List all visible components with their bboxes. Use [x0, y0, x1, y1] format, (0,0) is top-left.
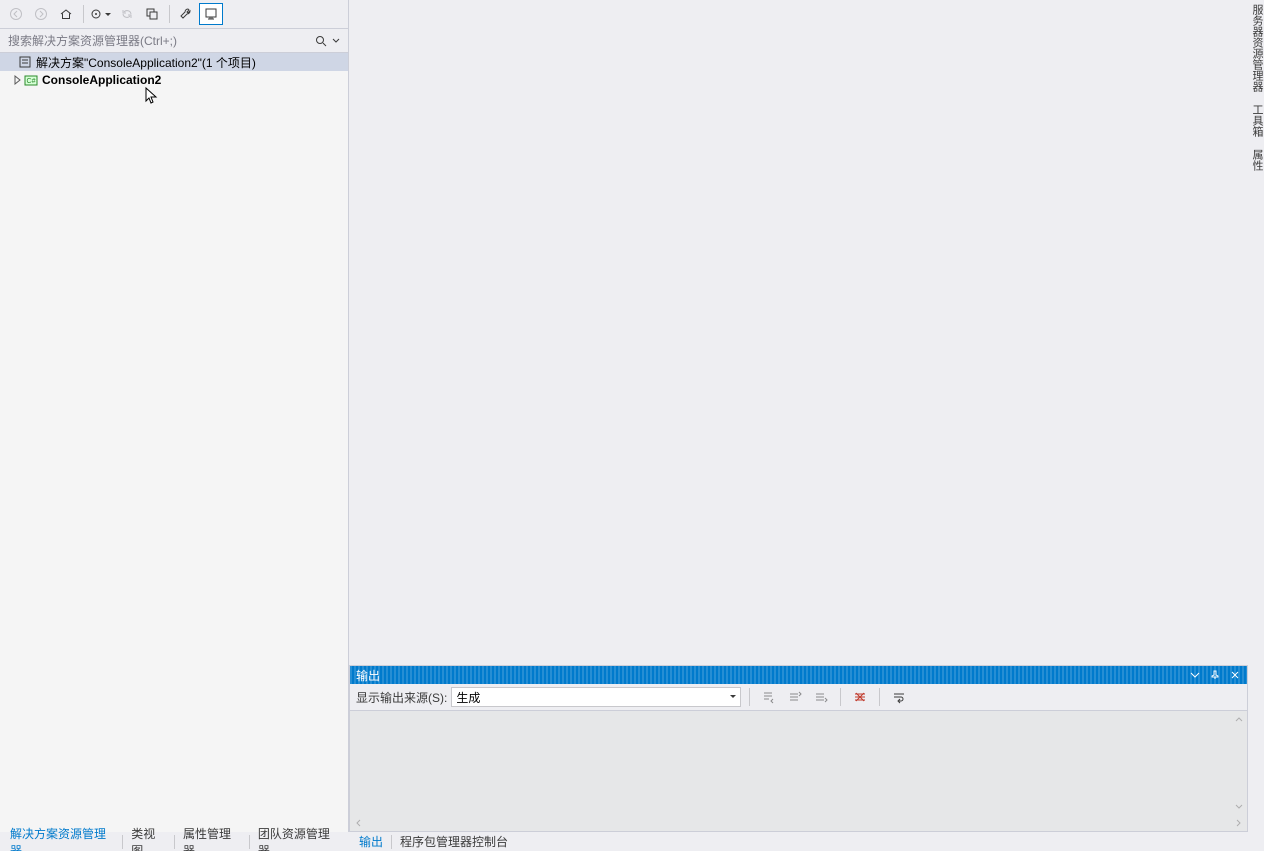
solution-tree[interactable]: 解决方案"ConsoleApplication2"(1 个项目) C# Cons…	[0, 53, 348, 832]
search-options-dropdown[interactable]	[330, 32, 342, 50]
arrow-left-circle-icon	[9, 7, 23, 21]
clear-all-button[interactable]	[849, 687, 871, 707]
window-position-dropdown[interactable]	[1187, 668, 1203, 682]
preview-icon	[204, 7, 218, 21]
chevron-right-icon	[1234, 818, 1244, 828]
search-button[interactable]	[312, 32, 330, 50]
show-output-from-label: 显示输出来源(S):	[356, 689, 447, 706]
scroll-left-arrow[interactable]	[350, 815, 366, 831]
chevron-down-icon	[1234, 802, 1244, 812]
csharp-project-icon: C#	[24, 73, 38, 87]
search-icon	[314, 34, 328, 48]
right-dock-tabs: 服务器资源管理器 工具箱 属性	[1248, 0, 1264, 832]
goto-prev-icon	[788, 690, 802, 704]
tab-property-manager[interactable]: 属性管理器	[177, 823, 247, 851]
nav-back-button[interactable]	[4, 3, 28, 25]
tab-output[interactable]: 输出	[353, 831, 389, 851]
preview-selected-items-button[interactable]	[199, 3, 223, 25]
document-area	[349, 0, 1250, 665]
scroll-up-arrow[interactable]	[1231, 711, 1247, 727]
expand-toggle[interactable]	[10, 73, 24, 87]
close-icon	[1230, 670, 1240, 680]
triangle-right-icon	[12, 75, 22, 85]
toggle-word-wrap-button[interactable]	[888, 687, 910, 707]
svg-text:C#: C#	[27, 78, 36, 85]
output-toolbar: 显示输出来源(S): 生成	[350, 684, 1247, 710]
output-tab-strip: 输出 程序包管理器控制台	[349, 832, 1248, 851]
home-button[interactable]	[54, 3, 78, 25]
chevron-down-icon	[332, 37, 340, 45]
scroll-down-arrow[interactable]	[1231, 799, 1247, 815]
solution-icon	[18, 55, 32, 69]
toolbar-separator	[749, 688, 750, 706]
output-text-area[interactable]	[350, 710, 1247, 831]
output-source-combobox[interactable]: 生成	[451, 687, 741, 707]
tab-separator	[249, 835, 250, 849]
tab-class-view[interactable]: 类视图	[125, 823, 172, 851]
solution-explorer-searchbar	[0, 28, 348, 53]
scope-dropdown-button[interactable]	[88, 3, 114, 25]
solution-explorer-toolbar	[0, 0, 348, 28]
solution-node[interactable]: 解决方案"ConsoleApplication2"(1 个项目)	[0, 53, 348, 71]
home-icon	[59, 7, 73, 21]
toolbar-separator	[83, 5, 84, 23]
arrow-right-circle-icon	[34, 7, 48, 21]
search-input[interactable]	[6, 33, 312, 49]
tab-separator	[122, 835, 123, 849]
tab-package-manager-console[interactable]: 程序包管理器控制台	[394, 831, 514, 851]
chevron-left-icon	[353, 818, 363, 828]
pin-button[interactable]	[1207, 668, 1223, 682]
next-message-button[interactable]	[810, 687, 832, 707]
find-message-button[interactable]	[758, 687, 780, 707]
chevron-down-icon	[1190, 670, 1200, 680]
refresh-button[interactable]	[115, 3, 139, 25]
output-panel-titlebar[interactable]: 输出	[350, 666, 1247, 684]
tab-separator	[391, 835, 392, 849]
toolbar-separator	[879, 688, 880, 706]
output-panel: 输出 显示输出来源(S): 生成	[349, 665, 1248, 832]
refresh-icon	[120, 7, 134, 21]
collapse-all-button[interactable]	[140, 3, 164, 25]
tab-separator	[174, 835, 175, 849]
properties-tab[interactable]: 属性	[1248, 145, 1264, 175]
properties-button[interactable]	[174, 3, 198, 25]
solution-explorer-tab-strip: 解决方案资源管理器 类视图 属性管理器 团队资源管理器	[0, 832, 349, 851]
goto-next-icon	[814, 690, 828, 704]
previous-message-button[interactable]	[784, 687, 806, 707]
tab-solution-explorer[interactable]: 解决方案资源管理器	[4, 823, 120, 851]
toolbar-separator	[840, 688, 841, 706]
collapse-all-icon	[145, 7, 159, 21]
nav-forward-button[interactable]	[29, 3, 53, 25]
word-wrap-icon	[892, 690, 906, 704]
project-node[interactable]: C# ConsoleApplication2	[0, 71, 348, 89]
tab-team-explorer[interactable]: 团队资源管理器	[252, 823, 345, 851]
pin-icon	[1210, 670, 1220, 680]
vertical-scrollbar[interactable]	[1231, 711, 1247, 815]
toolbar-separator	[169, 5, 170, 23]
project-label: ConsoleApplication2	[42, 73, 161, 87]
scroll-right-arrow[interactable]	[1231, 815, 1247, 831]
goto-source-icon	[762, 690, 776, 704]
wrench-icon	[179, 7, 193, 21]
server-explorer-tab[interactable]: 服务器资源管理器	[1248, 0, 1264, 96]
scope-icon	[89, 7, 103, 21]
horizontal-scrollbar[interactable]	[350, 815, 1247, 831]
combobox-value: 生成	[456, 689, 480, 706]
clear-icon	[853, 690, 867, 704]
toolbox-tab[interactable]: 工具箱	[1248, 100, 1264, 141]
output-title-text: 输出	[356, 667, 380, 684]
solution-explorer-panel: 解决方案"ConsoleApplication2"(1 个项目) C# Cons…	[0, 0, 349, 832]
solution-label: 解决方案"ConsoleApplication2"(1 个项目)	[36, 54, 256, 71]
close-button[interactable]	[1227, 668, 1243, 682]
chevron-up-icon	[1234, 714, 1244, 724]
expand-toggle[interactable]	[4, 55, 18, 69]
